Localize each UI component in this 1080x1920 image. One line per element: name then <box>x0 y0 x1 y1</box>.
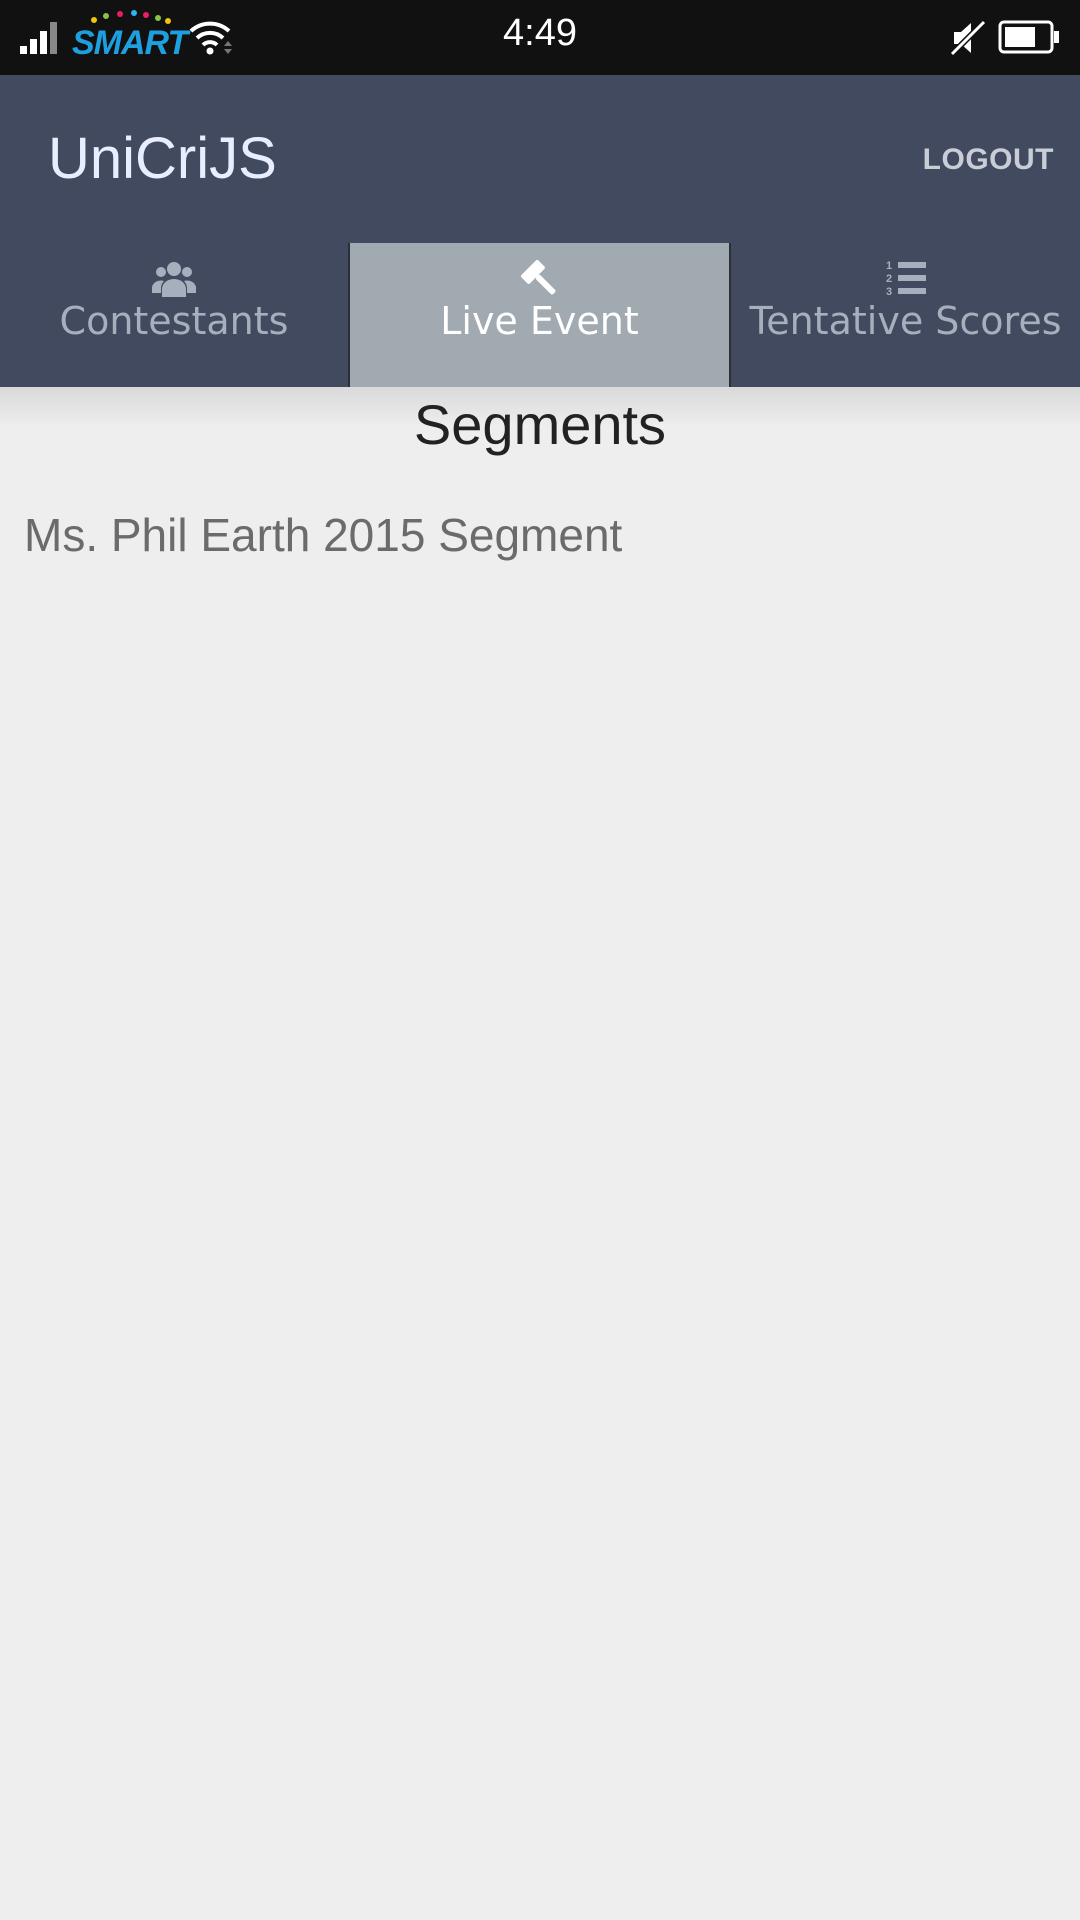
tab-live-event[interactable]: Live Event <box>348 243 731 387</box>
tab-bar: Contestants Live Event 1 2 3 Tentative S… <box>0 243 1080 387</box>
mute-icon <box>949 19 987 57</box>
status-bar: SMART 4:49 <box>0 0 1080 75</box>
tab-label-live-event: Live Event <box>440 299 639 343</box>
tab-contestants[interactable]: Contestants <box>0 243 348 387</box>
svg-text:2: 2 <box>886 273 892 285</box>
clock: 4:49 <box>503 12 577 54</box>
tab-label-contestants: Contestants <box>59 299 289 343</box>
section-title: Segments <box>413 393 667 456</box>
svg-text:3: 3 <box>886 286 892 298</box>
tab-label-tentative-scores: Tentative Scores <box>749 299 1062 343</box>
segment-list-item[interactable]: Ms. Phil Earth 2015 Segment <box>24 508 622 562</box>
ordered-list-icon: 1 2 3 <box>886 260 926 298</box>
app-bar: UniCriJS LOGOUT <box>0 75 1080 243</box>
svg-text:1: 1 <box>886 260 892 272</box>
battery-icon <box>998 20 1059 54</box>
app-title: UniCriJS <box>48 126 277 191</box>
gavel-icon <box>520 260 555 295</box>
logout-button[interactable]: LOGOUT <box>923 143 1054 177</box>
tab-tentative-scores[interactable]: 1 2 3 Tentative Scores <box>731 243 1080 387</box>
users-icon <box>152 262 196 297</box>
